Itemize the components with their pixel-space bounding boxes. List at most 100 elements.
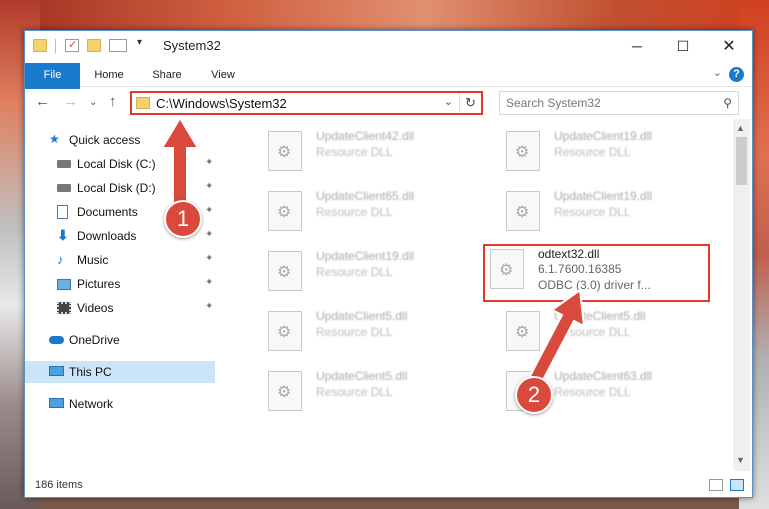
sidebar-item-label: Downloads xyxy=(77,229,137,243)
scroll-up-icon[interactable]: ▲ xyxy=(736,123,745,133)
chevron-down-icon[interactable]: ▾ xyxy=(137,37,142,48)
pin-icon[interactable]: ✦ xyxy=(205,301,213,312)
file-name: UpdateClient19.dll xyxy=(554,129,653,143)
customize-icon[interactable] xyxy=(109,39,127,52)
dll-file-icon xyxy=(268,131,302,171)
file-name: UpdateClient42.dll xyxy=(316,129,415,143)
address-bar[interactable]: C:\Windows\System32 ⌄ ↻ xyxy=(130,91,483,115)
chevron-down-icon[interactable]: ⌄ xyxy=(444,95,453,108)
tab-share[interactable]: Share xyxy=(141,63,193,87)
sidebar-item-label: Documents xyxy=(77,205,138,219)
pin-icon[interactable]: ✦ xyxy=(205,229,213,240)
file-description: Resource DLL xyxy=(316,265,393,279)
sidebar-item-network[interactable]: Network xyxy=(25,393,215,415)
dll-file-icon xyxy=(268,311,302,351)
minimize-button[interactable]: ─ xyxy=(614,31,660,61)
vertical-scrollbar[interactable]: ▲ ▼ xyxy=(733,119,750,471)
navigation-bar: ← → ⌄ ↑ C:\Windows\System32 ⌄ ↻ Search S… xyxy=(25,89,752,117)
new-folder-icon[interactable] xyxy=(87,39,101,52)
pin-icon[interactable]: ✦ xyxy=(205,205,213,216)
file-name: UpdateClient19.dll xyxy=(316,249,415,263)
sidebar-item-music[interactable]: ♪ Music ✦ xyxy=(25,249,215,271)
dll-file-icon xyxy=(268,371,302,411)
back-icon[interactable]: ← xyxy=(35,93,50,110)
star-icon: ★ xyxy=(49,132,60,146)
ribbon-tabs: File Home Share View ⌄ ? xyxy=(25,63,752,115)
file-item[interactable]: UpdateClient42.dll Resource DLL xyxy=(258,127,484,179)
pin-icon[interactable]: ✦ xyxy=(205,253,213,264)
up-icon[interactable]: ↑ xyxy=(109,93,117,110)
documents-icon xyxy=(57,205,68,219)
chevron-down-icon[interactable]: ⌄ xyxy=(713,66,722,79)
sidebar-item-videos[interactable]: Videos ✦ xyxy=(25,297,215,319)
dll-file-icon xyxy=(506,191,540,231)
file-list: UpdateClient42.dll Resource DLL UpdateCl… xyxy=(232,127,730,467)
step-badge-2: 2 xyxy=(515,376,553,414)
maximize-button[interactable]: ☐ xyxy=(660,31,706,61)
search-input[interactable]: Search System32 ⚲ xyxy=(499,91,739,115)
file-description: Resource DLL xyxy=(316,145,393,159)
tab-home[interactable]: Home xyxy=(85,63,133,87)
close-button[interactable]: ✕ xyxy=(706,31,752,61)
file-name: UpdateClient5.dll xyxy=(316,369,408,383)
file-description: Resource DLL xyxy=(554,145,631,159)
network-icon xyxy=(49,398,64,408)
pin-icon[interactable]: ✦ xyxy=(205,277,213,288)
sidebar-item-onedrive[interactable]: OneDrive xyxy=(25,329,215,351)
file-item[interactable]: UpdateClient19.dll Resource DLL xyxy=(496,187,722,239)
file-item[interactable]: UpdateClient19.dll Resource DLL xyxy=(496,127,722,179)
dll-file-icon xyxy=(506,131,540,171)
details-view-icon[interactable] xyxy=(709,479,723,491)
file-description: Resource DLL xyxy=(316,205,393,219)
tab-view[interactable]: View xyxy=(201,63,245,87)
pin-icon[interactable]: ✦ xyxy=(205,181,213,192)
file-item[interactable]: UpdateClient65.dll Resource DLL xyxy=(258,187,484,239)
dll-file-icon xyxy=(268,191,302,231)
divider xyxy=(55,39,56,53)
file-name: UpdateClient19.dll xyxy=(554,189,653,203)
highlight-box xyxy=(483,244,710,302)
pictures-icon xyxy=(57,279,71,290)
search-icon: ⚲ xyxy=(723,96,732,110)
scroll-down-icon[interactable]: ▼ xyxy=(736,455,745,465)
item-count: 186 items xyxy=(35,479,83,491)
file-item[interactable]: UpdateClient5.dll Resource DLL xyxy=(258,367,484,419)
status-bar: 186 items xyxy=(25,475,752,497)
tiles-view-icon[interactable] xyxy=(730,479,744,491)
annotation-arrow-2 xyxy=(528,288,586,384)
address-text: C:\Windows\System32 xyxy=(156,96,287,111)
videos-icon xyxy=(57,302,71,314)
help-icon[interactable]: ? xyxy=(729,67,744,82)
sidebar-item-this-pc[interactable]: This PC xyxy=(25,361,215,383)
forward-icon[interactable]: → xyxy=(63,93,78,110)
file-name: UpdateClient65.dll xyxy=(316,189,415,203)
drive-icon xyxy=(57,184,71,192)
recent-locations-icon[interactable]: ⌄ xyxy=(89,97,97,108)
title-bar: ✓ ▾ System32 ─ ☐ ✕ xyxy=(25,31,752,61)
file-item[interactable]: UpdateClient5.dll Resource DLL xyxy=(258,307,484,359)
step-badge-1: 1 xyxy=(164,200,202,238)
file-description: Resource DLL xyxy=(316,325,393,339)
file-explorer-window: ✓ ▾ System32 ─ ☐ ✕ File Home Share View … xyxy=(24,30,753,498)
drive-icon xyxy=(57,160,71,168)
dll-file-icon xyxy=(268,251,302,291)
sidebar-item-label: Network xyxy=(69,397,114,411)
file-description: Resource DLL xyxy=(316,385,393,399)
folder-icon xyxy=(33,39,47,52)
file-item[interactable]: UpdateClient19.dll Resource DLL xyxy=(258,247,484,299)
pc-icon xyxy=(49,366,64,376)
properties-icon[interactable]: ✓ xyxy=(65,39,79,52)
sidebar-item-label: Music xyxy=(77,253,109,267)
sidebar-item-label: Quick access xyxy=(69,133,141,147)
scrollbar-thumb[interactable] xyxy=(736,137,747,185)
sidebar-item-pictures[interactable]: Pictures ✦ xyxy=(25,273,215,295)
sidebar-item-label: OneDrive xyxy=(69,333,120,347)
download-icon: ⬇ xyxy=(57,227,69,243)
pin-icon[interactable]: ✦ xyxy=(205,157,213,168)
refresh-icon[interactable]: ↻ xyxy=(459,93,481,113)
window-title: System32 xyxy=(163,38,221,53)
desktop-background xyxy=(0,0,769,32)
music-icon: ♪ xyxy=(57,252,64,267)
sidebar-item-label: Local Disk (D:) xyxy=(77,181,156,195)
sidebar-item-label: Pictures xyxy=(77,277,121,291)
